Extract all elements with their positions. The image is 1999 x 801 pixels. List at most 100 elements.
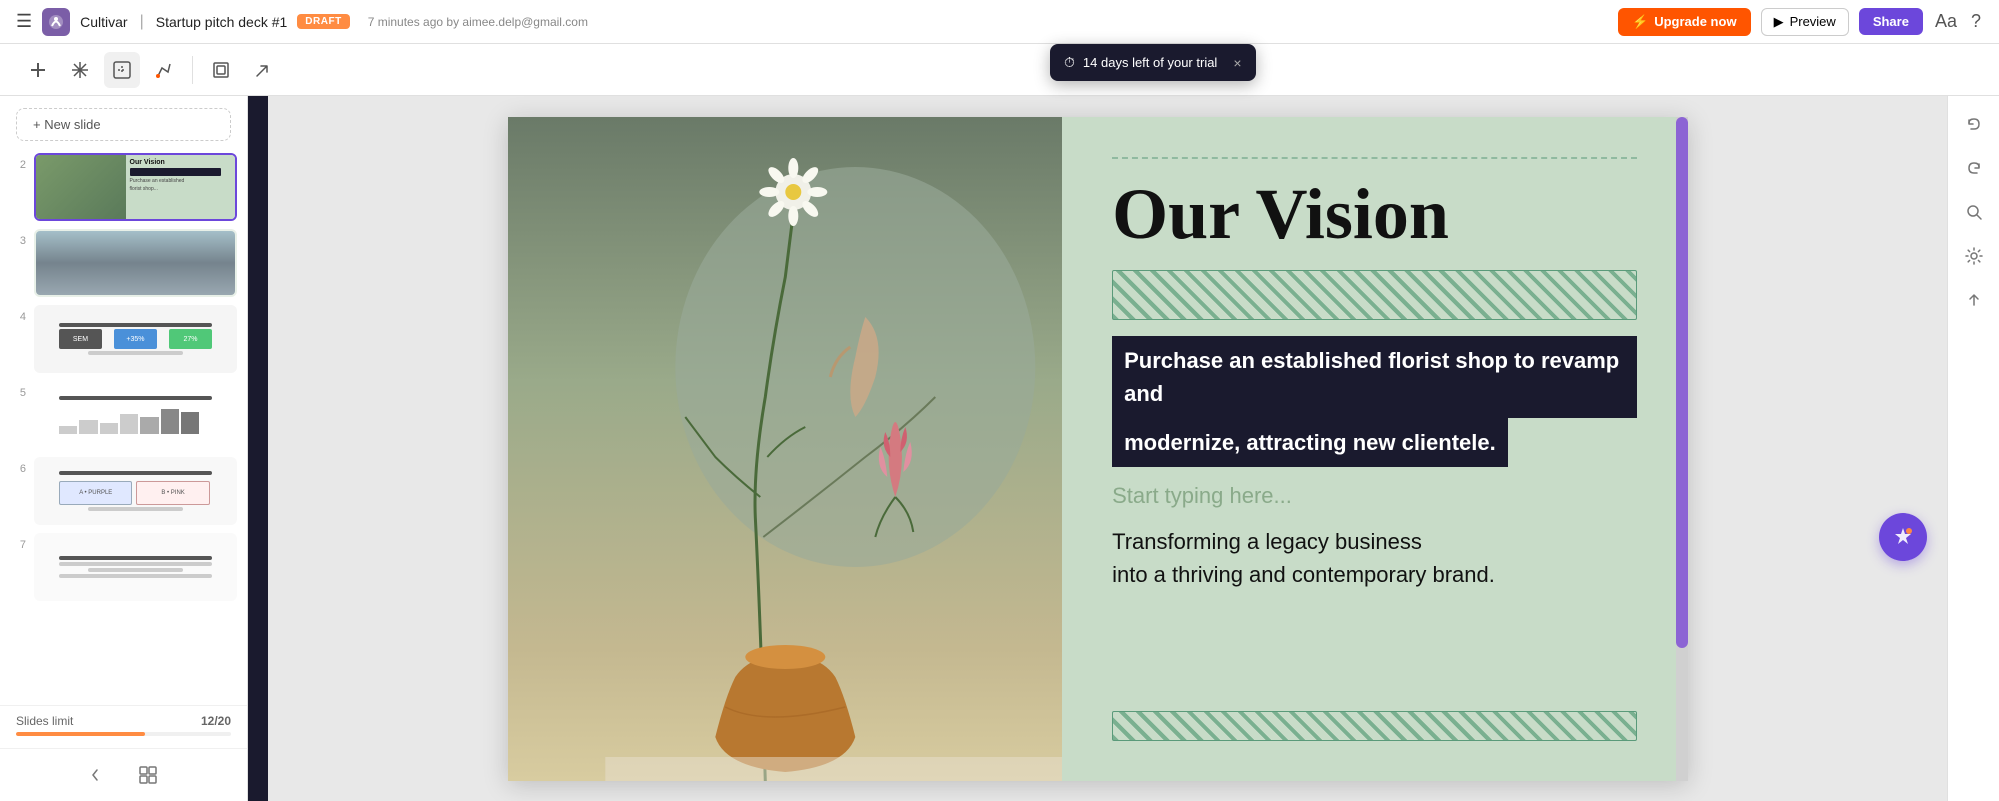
thumb-line <box>88 351 184 355</box>
thumb-inner <box>36 231 235 295</box>
canvas-area: Our Vision Purchase an established flori… <box>248 96 1947 801</box>
topbar: ☰ Cultivar | Startup pitch deck #1 DRAFT… <box>0 0 1999 44</box>
new-slide-button[interactable]: + New slide <box>16 108 231 141</box>
thumb-inner: SEM +35% 27% <box>36 307 235 371</box>
share-button[interactable]: Share <box>1859 8 1923 35</box>
thumb-inner <box>36 535 235 599</box>
slides-limit-count: 12/20 <box>201 714 231 728</box>
play-icon: ▶ <box>1774 14 1784 30</box>
thumb-line <box>59 396 212 400</box>
preview-label: Preview <box>1790 14 1836 29</box>
thumb-line <box>59 323 212 327</box>
thumb-line <box>59 574 212 578</box>
slide-thumbnail[interactable] <box>34 533 237 601</box>
search-button[interactable] <box>1956 194 1992 230</box>
new-slide-label: + New slide <box>33 117 101 132</box>
slide-number: 2 <box>10 153 26 171</box>
title-separator: | <box>140 13 144 31</box>
body-text-line2: into a thriving and contemporary brand. <box>1112 562 1495 587</box>
app-title: Cultivar <box>80 14 127 30</box>
select-tool-button[interactable] <box>104 52 140 88</box>
slide-title[interactable]: Our Vision <box>1112 175 1637 254</box>
settings-button[interactable] <box>1956 238 1992 274</box>
slide-thumbnail[interactable]: Our Vision Purchase an established flori… <box>34 153 237 221</box>
thumb-inner: Our Vision Purchase an established flori… <box>36 155 235 219</box>
slide-thumbnail[interactable]: A • PURPLE B • PINK <box>34 457 237 525</box>
list-item[interactable]: 7 <box>10 533 237 601</box>
thumb-content: Our Vision Purchase an established flori… <box>126 155 235 219</box>
trial-close-button[interactable]: × <box>1233 55 1241 71</box>
list-item[interactable]: 5 <box>10 381 237 449</box>
collapse-sidebar-button[interactable] <box>84 759 116 791</box>
thumb-line <box>88 507 184 511</box>
help-icon[interactable]: ? <box>1971 11 1981 32</box>
slide-thumbnail[interactable]: SEM +35% 27% <box>34 305 237 373</box>
slide-number: 5 <box>10 381 26 399</box>
add-tool-button[interactable] <box>20 52 56 88</box>
slide-thumbnail[interactable] <box>34 381 237 449</box>
topbar-left: ☰ Cultivar | Startup pitch deck #1 DRAFT… <box>16 8 1606 36</box>
thumb-line <box>88 568 184 572</box>
topbar-right: ⚡ Upgrade now ▶ Preview Share Aa ? <box>1618 8 1983 36</box>
slide-content: Our Vision Purchase an established flori… <box>1062 117 1687 781</box>
share-label: Share <box>1873 14 1909 29</box>
slide-number: 4 <box>10 305 26 323</box>
toolbar <box>0 44 1999 96</box>
sidebar: + New slide 2 Our Vision Purchase an est… <box>0 96 248 801</box>
thumb-photo <box>36 155 126 219</box>
font-icon[interactable]: Aa <box>1935 11 1957 32</box>
frame-tool-button[interactable] <box>203 52 239 88</box>
slides-limit-header: Slides limit 12/20 <box>16 714 231 728</box>
list-item[interactable]: 2 Our Vision Purchase an established flo… <box>10 153 237 221</box>
collapse-button[interactable] <box>1956 282 1992 318</box>
undo-button[interactable] <box>1956 106 1992 142</box>
scrollbar-thumb[interactable] <box>1676 117 1688 648</box>
slide-scrollbar[interactable] <box>1676 117 1688 781</box>
draw-tool-button[interactable] <box>146 52 182 88</box>
arrow-tool-button[interactable] <box>245 52 281 88</box>
slide-number: 3 <box>10 229 26 247</box>
thumb-line <box>59 556 212 560</box>
grid-view-button[interactable] <box>132 759 164 791</box>
photo-background <box>508 117 1063 781</box>
slide-canvas[interactable]: Our Vision Purchase an established flori… <box>508 117 1688 781</box>
save-info: 7 minutes ago by aimee.delp@gmail.com <box>368 15 588 29</box>
slides-list: 2 Our Vision Purchase an established flo… <box>0 153 247 705</box>
thumb-line <box>59 562 212 566</box>
body-text-block[interactable]: Transforming a legacy business into a th… <box>1112 525 1637 591</box>
stripe-decoration-bottom <box>1112 711 1637 741</box>
menu-icon[interactable]: ☰ <box>16 11 32 32</box>
draft-badge: DRAFT <box>297 14 349 29</box>
doc-title: Startup pitch deck #1 <box>156 14 288 30</box>
upgrade-label: Upgrade now <box>1654 14 1736 29</box>
slides-limit: Slides limit 12/20 <box>0 705 247 748</box>
upgrade-button[interactable]: ⚡ Upgrade now <box>1618 8 1751 36</box>
slide-number: 6 <box>10 457 26 475</box>
trial-tooltip: ⏱ 14 days left of your trial × <box>1050 44 1256 81</box>
slide-photo <box>508 117 1063 781</box>
decorative-line-top <box>1112 157 1637 159</box>
slides-limit-label: Slides limit <box>16 714 73 728</box>
slide-thumbnail[interactable] <box>34 229 237 297</box>
ai-assistant-button[interactable] <box>1879 513 1927 561</box>
preview-button[interactable]: ▶ Preview <box>1761 8 1849 36</box>
highlight-text-line2: modernize, attracting new clientele. <box>1112 418 1508 467</box>
thumb-bar <box>130 168 221 176</box>
move-tool-button[interactable] <box>62 52 98 88</box>
sidebar-bottom <box>0 748 247 801</box>
thumb-title: Our Vision <box>130 159 231 166</box>
right-panel <box>1947 96 1999 801</box>
trial-icon: ⏱ <box>1064 54 1075 71</box>
list-item[interactable]: 6 A • PURPLE B • PINK <box>10 457 237 525</box>
list-item[interactable]: 4 SEM +35% 27% <box>10 305 237 373</box>
toolbar-divider <box>192 56 193 84</box>
highlight-text-block[interactable]: Purchase an established florist shop to … <box>1112 336 1637 467</box>
redo-button[interactable] <box>1956 150 1992 186</box>
list-item[interactable]: 3 <box>10 229 237 297</box>
slides-limit-fill <box>16 732 145 736</box>
bolt-icon: ⚡ <box>1632 14 1648 30</box>
thumb-body: Purchase an established <box>130 178 231 184</box>
slide-number-strip <box>248 96 268 801</box>
ai-icon <box>1891 525 1915 549</box>
type-placeholder[interactable]: Start typing here... <box>1112 483 1637 509</box>
